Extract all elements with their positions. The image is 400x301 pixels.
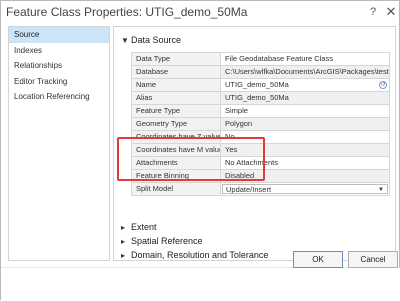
property-value: No Attachments [220, 156, 390, 170]
sidebar-item-editor-tracking[interactable]: Editor Tracking [9, 74, 109, 90]
property-value: Polygon [220, 117, 390, 131]
property-value: C:\Users\wlfka\Documents\ArcGIS\Packages… [220, 65, 390, 79]
domain-section-header[interactable]: ▸ Domain, Resolution and Tolerance [121, 248, 269, 260]
z-value-field: No [220, 130, 390, 144]
table-row: Alias UTIG_demo_50Ma [131, 91, 390, 105]
sidebar: Source Indexes Relationships Editor Trac… [8, 26, 110, 261]
title-bar: Feature Class Properties: UTIG_demo_50Ma… [1, 1, 400, 25]
property-key: Coordinates have M value [131, 143, 221, 157]
data-source-header[interactable]: ▼ Data Source [121, 33, 181, 47]
sidebar-item-location-referencing[interactable]: Location Referencing [9, 89, 109, 105]
chevron-right-icon: ▸ [121, 250, 126, 260]
table-row: Coordinates have M value Yes [131, 143, 390, 157]
feature-class-properties-dialog: Feature Class Properties: UTIG_demo_50Ma… [0, 0, 400, 301]
spatial-reference-title: Spatial Reference [131, 236, 203, 246]
spatial-reference-section-header[interactable]: ▸ Spatial Reference [121, 234, 203, 248]
table-row: Data Type File Geodatabase Feature Class [131, 52, 390, 66]
cancel-button[interactable]: Cancel [348, 251, 398, 268]
property-key: Coordinates have Z value [131, 130, 221, 144]
split-model-select[interactable]: Update/Insert ▼ [222, 184, 388, 194]
property-key: Database [131, 65, 221, 79]
sidebar-item-source[interactable]: Source [9, 27, 109, 43]
name-field[interactable]: UTIG_demo_50Ma [225, 80, 289, 89]
chevron-down-icon: ▼ [378, 187, 384, 193]
property-key: Split Model [131, 182, 221, 196]
extent-section-header[interactable]: ▸ Extent [121, 220, 157, 234]
chevron-right-icon: ▸ [121, 236, 126, 246]
window-title: Feature Class Properties: UTIG_demo_50Ma [6, 5, 248, 19]
domain-title: Domain, Resolution and Tolerance [131, 250, 269, 260]
chevron-down-icon: ▼ [121, 35, 129, 45]
alias-field[interactable]: UTIG_demo_50Ma [220, 91, 390, 105]
main-panel: ▼ Data Source Data Type File Geodatabase… [113, 26, 396, 261]
table-row: Coordinates have Z value No [131, 130, 390, 144]
table-row: Split Model Update/Insert ▼ [131, 182, 390, 196]
m-value-field: Yes [220, 143, 390, 157]
table-row: Attachments No Attachments [131, 156, 390, 170]
property-key: Alias [131, 91, 221, 105]
property-key: Data Type [131, 52, 221, 66]
sidebar-item-indexes[interactable]: Indexes [9, 43, 109, 59]
dialog-footer [1, 267, 400, 301]
table-row: Feature Binning Disabled [131, 169, 390, 183]
property-key: Feature Binning [131, 169, 221, 183]
table-row: Name UTIG_demo_50Ma ↺ [131, 78, 390, 92]
chevron-right-icon: ▸ [121, 222, 126, 232]
property-key: Geometry Type [131, 117, 221, 131]
table-row: Geometry Type Polygon [131, 117, 390, 131]
data-source-table: Data Type File Geodatabase Feature Class… [131, 52, 390, 196]
property-value: Simple [220, 104, 390, 118]
extent-title: Extent [131, 222, 157, 232]
split-model-cell[interactable]: Update/Insert ▼ [220, 182, 390, 196]
property-key: Feature Type [131, 104, 221, 118]
clear-icon[interactable]: ↺ [379, 81, 387, 89]
table-row: Database C:\Users\wlfka\Documents\ArcGIS… [131, 65, 390, 79]
property-key: Name [131, 78, 221, 92]
name-field-cell[interactable]: UTIG_demo_50Ma ↺ [220, 78, 390, 92]
close-icon[interactable]: ✕ [385, 5, 397, 18]
table-row: Feature Type Simple [131, 104, 390, 118]
property-key: Attachments [131, 156, 221, 170]
data-source-title: Data Source [131, 35, 182, 45]
sidebar-item-relationships[interactable]: Relationships [9, 58, 109, 74]
ok-button[interactable]: OK [293, 251, 343, 268]
help-icon[interactable]: ? [367, 6, 379, 18]
property-value: File Geodatabase Feature Class [220, 52, 390, 66]
split-model-value: Update/Insert [226, 185, 272, 194]
property-value: Disabled [220, 169, 390, 183]
